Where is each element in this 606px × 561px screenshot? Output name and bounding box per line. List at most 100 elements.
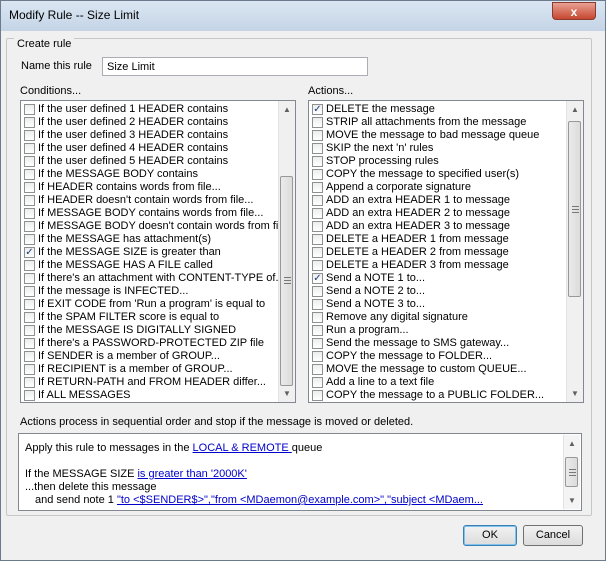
checkbox[interactable]: [24, 338, 35, 349]
actions-item[interactable]: STRIP all attachments from the message: [310, 116, 566, 129]
checkbox[interactable]: [312, 234, 323, 245]
checkbox[interactable]: [24, 117, 35, 128]
conditions-item[interactable]: If there's an attachment with CONTENT-TY…: [22, 272, 278, 285]
rule-name-input[interactable]: [102, 57, 368, 76]
conditions-scroll-thumb[interactable]: [280, 176, 293, 386]
actions-list[interactable]: ✓ DELETE the message STRIP all attachments…: [308, 100, 584, 403]
actions-item[interactable]: DELETE a HEADER 2 from message: [310, 246, 566, 259]
checkbox[interactable]: [312, 143, 323, 154]
actions-item[interactable]: Remove any digital signature: [310, 311, 566, 324]
actions-item[interactable]: ✓ DELETE the message: [310, 103, 566, 116]
checkbox[interactable]: [24, 182, 35, 193]
conditions-item[interactable]: If the MESSAGE IS DIGITALLY SIGNED: [22, 324, 278, 337]
actions-item[interactable]: STOP processing rules: [310, 155, 566, 168]
checkbox[interactable]: [24, 195, 35, 206]
note-link[interactable]: "to <$SENDER$>","from <MDaemon@example.c…: [117, 494, 483, 506]
actions-item[interactable]: DELETE a HEADER 3 from message: [310, 259, 566, 272]
conditions-item[interactable]: If the MESSAGE BODY contains: [22, 168, 278, 181]
actions-item[interactable]: COPY the message to a PUBLIC FOLDER...: [310, 389, 566, 402]
scroll-down-icon[interactable]: ▼: [564, 492, 580, 509]
actions-item[interactable]: ✓ Send a NOTE 1 to...: [310, 272, 566, 285]
conditions-item[interactable]: If the MESSAGE has attachment(s): [22, 233, 278, 246]
summary-scroll-thumb[interactable]: [565, 457, 578, 487]
checkbox[interactable]: [312, 260, 323, 271]
scroll-up-icon[interactable]: ▲: [564, 435, 580, 452]
actions-item[interactable]: ADD an extra HEADER 2 to message: [310, 207, 566, 220]
checkbox[interactable]: [312, 338, 323, 349]
summary-scrollbar[interactable]: ▲ ▼: [563, 435, 580, 509]
conditions-item[interactable]: If the user defined 5 HEADER contains: [22, 155, 278, 168]
ok-button[interactable]: OK: [463, 525, 517, 546]
conditions-list[interactable]: If the user defined 1 HEADER contains If …: [20, 100, 296, 403]
actions-item[interactable]: COPY the message to specified user(s): [310, 168, 566, 181]
checkbox[interactable]: [312, 351, 323, 362]
actions-item[interactable]: Send the message to SMS gateway...: [310, 337, 566, 350]
conditions-item[interactable]: If the SPAM FILTER score is equal to: [22, 311, 278, 324]
checkbox[interactable]: [24, 377, 35, 388]
checkbox[interactable]: ✓: [24, 247, 35, 258]
actions-item[interactable]: SKIP the next 'n' rules: [310, 142, 566, 155]
conditions-item[interactable]: If the MESSAGE HAS A FILE called: [22, 259, 278, 272]
checkbox[interactable]: [24, 234, 35, 245]
checkbox[interactable]: [312, 247, 323, 258]
close-button[interactable]: x: [552, 2, 596, 20]
actions-item[interactable]: DELETE a HEADER 1 from message: [310, 233, 566, 246]
actions-item[interactable]: ADD an extra HEADER 3 to message: [310, 220, 566, 233]
checkbox[interactable]: [24, 390, 35, 401]
checkbox[interactable]: [312, 286, 323, 297]
conditions-item[interactable]: If MESSAGE BODY doesn't contain words fr…: [22, 220, 278, 233]
checkbox[interactable]: [24, 156, 35, 167]
checkbox[interactable]: [312, 364, 323, 375]
scroll-up-icon[interactable]: ▲: [279, 101, 295, 118]
checkbox[interactable]: [24, 169, 35, 180]
actions-item[interactable]: COPY the message to FOLDER...: [310, 350, 566, 363]
checkbox[interactable]: [312, 390, 323, 401]
checkbox[interactable]: [24, 273, 35, 284]
conditions-item[interactable]: If RETURN-PATH and FROM HEADER differ...: [22, 376, 278, 389]
checkbox[interactable]: [24, 364, 35, 375]
checkbox[interactable]: ✓: [312, 273, 323, 284]
checkbox[interactable]: [24, 312, 35, 323]
checkbox[interactable]: [24, 104, 35, 115]
checkbox[interactable]: [312, 325, 323, 336]
actions-item[interactable]: MOVE the message to bad message queue: [310, 129, 566, 142]
conditions-item[interactable]: If the user defined 1 HEADER contains: [22, 103, 278, 116]
conditions-item[interactable]: If RECIPIENT is a member of GROUP...: [22, 363, 278, 376]
actions-item[interactable]: ADD an extra HEADER 1 to message: [310, 194, 566, 207]
conditions-item[interactable]: If the user defined 4 HEADER contains: [22, 142, 278, 155]
checkbox[interactable]: ✓: [312, 104, 323, 115]
checkbox[interactable]: [312, 117, 323, 128]
checkbox[interactable]: [312, 182, 323, 193]
conditions-item[interactable]: If the user defined 2 HEADER contains: [22, 116, 278, 129]
checkbox[interactable]: [24, 130, 35, 141]
actions-item[interactable]: Send a NOTE 3 to...: [310, 298, 566, 311]
conditions-item[interactable]: If the user defined 3 HEADER contains: [22, 129, 278, 142]
cancel-button[interactable]: Cancel: [523, 525, 583, 546]
conditions-item[interactable]: If MESSAGE BODY contains words from file…: [22, 207, 278, 220]
checkbox[interactable]: [24, 351, 35, 362]
queue-link[interactable]: LOCAL & REMOTE: [193, 442, 292, 454]
checkbox[interactable]: [312, 195, 323, 206]
checkbox[interactable]: [24, 143, 35, 154]
conditions-item[interactable]: If HEADER contains words from file...: [22, 181, 278, 194]
checkbox[interactable]: [24, 286, 35, 297]
conditions-item[interactable]: If SENDER is a member of GROUP...: [22, 350, 278, 363]
checkbox[interactable]: [24, 260, 35, 271]
checkbox[interactable]: [312, 221, 323, 232]
scroll-down-icon[interactable]: ▼: [279, 385, 295, 402]
checkbox[interactable]: [24, 208, 35, 219]
conditions-item[interactable]: ✓ If the MESSAGE SIZE is greater than: [22, 246, 278, 259]
checkbox[interactable]: [312, 312, 323, 323]
checkbox[interactable]: [312, 169, 323, 180]
title-bar[interactable]: Modify Rule -- Size Limit x: [1, 1, 605, 31]
checkbox[interactable]: [312, 299, 323, 310]
actions-item[interactable]: Append a corporate signature: [310, 181, 566, 194]
checkbox[interactable]: [312, 377, 323, 388]
actions-item[interactable]: Run a program...: [310, 324, 566, 337]
actions-item[interactable]: MOVE the message to custom QUEUE...: [310, 363, 566, 376]
actions-item[interactable]: Send a NOTE 2 to...: [310, 285, 566, 298]
checkbox[interactable]: [24, 299, 35, 310]
conditions-item[interactable]: If the message is INFECTED...: [22, 285, 278, 298]
conditions-scrollbar[interactable]: ▲ ▼: [278, 101, 295, 402]
conditions-item[interactable]: If ALL MESSAGES: [22, 389, 278, 402]
